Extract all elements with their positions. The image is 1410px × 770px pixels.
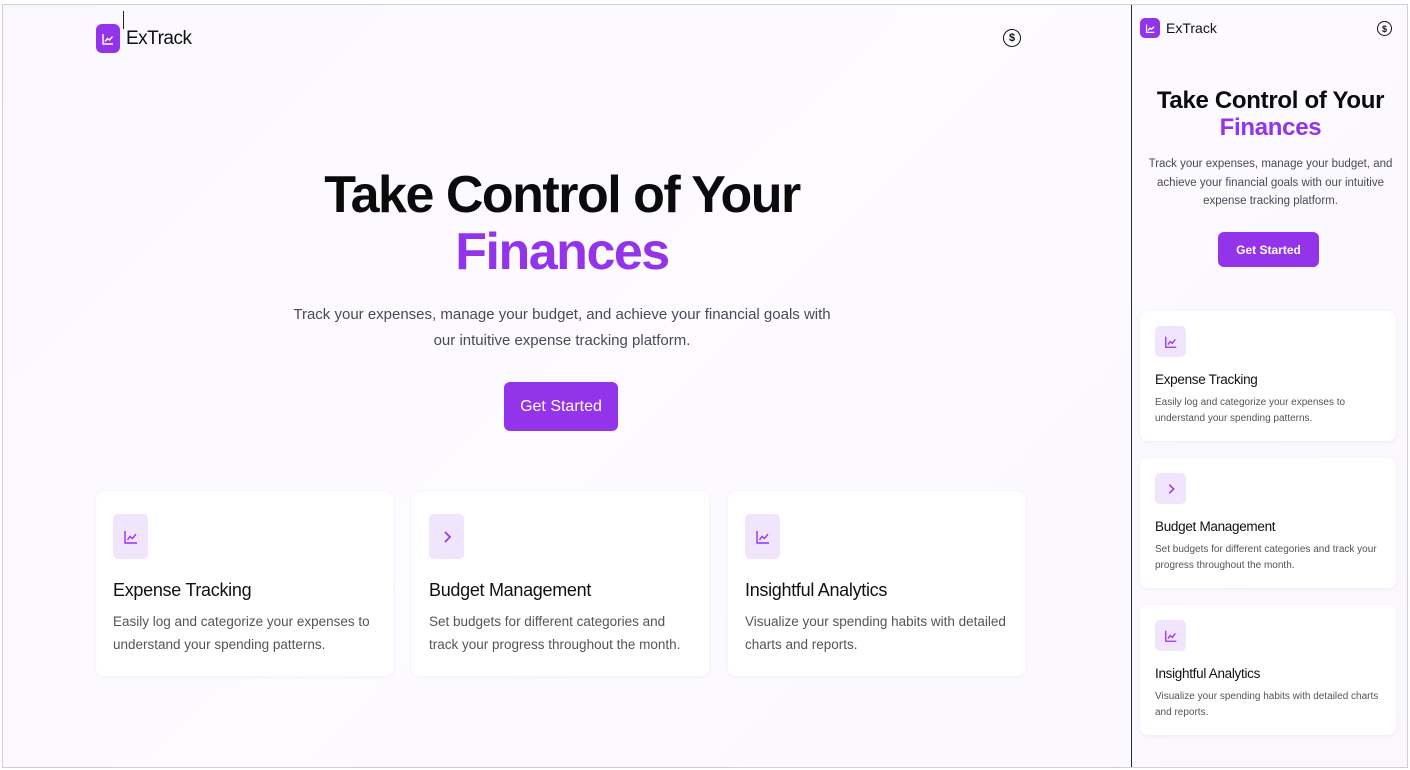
get-started-button[interactable]: Get Started: [1218, 232, 1319, 267]
feature-description: Visualize your spending habits with deta…: [1155, 691, 1379, 718]
app-name: ExTrack: [126, 27, 192, 49]
app-name: ExTrack: [1166, 20, 1217, 36]
hero-subtitle: Track your expenses, manage your budget,…: [1148, 158, 1393, 207]
feature-card-insightful-analytics: Insightful Analytics Visualize your spen…: [1140, 605, 1396, 735]
feature-title: Budget Management: [1155, 519, 1276, 534]
feature-title: Insightful Analytics: [1155, 666, 1261, 681]
hero-title-highlight: Finances: [455, 223, 670, 281]
feature-card-expense-tracking: Expense Tracking Easily log and categori…: [96, 492, 393, 676]
app-logo[interactable]: ExTrack: [1140, 18, 1217, 38]
hero-title-highlight: Finances: [1219, 114, 1322, 141]
feature-title: Expense Tracking: [1155, 372, 1258, 387]
chart-line-icon: [745, 514, 780, 559]
hero-title-line1: Take Control of Your: [324, 166, 801, 224]
feature-card-budget-management: Budget Management Set budgets for differ…: [412, 492, 709, 676]
feature-card-insightful-analytics: Insightful Analytics Visualize your spen…: [728, 492, 1025, 676]
chart-line-icon: [1155, 620, 1186, 651]
feature-description: Set budgets for different categories and…: [429, 614, 681, 652]
browser-frame: ExTrack $ Take Control of Your Finances …: [2, 4, 1408, 768]
app-logo[interactable]: ExTrack: [96, 24, 192, 53]
feature-description: Easily log and categorize your expenses …: [1155, 397, 1346, 424]
get-started-button[interactable]: Get Started: [504, 382, 618, 431]
chart-line-icon: [96, 24, 120, 53]
hero-title-line1: Take Control of Your: [1156, 87, 1385, 114]
feature-card-expense-tracking: Expense Tracking Easily log and categori…: [1140, 311, 1396, 441]
chart-line-icon: [113, 514, 148, 559]
mobile-preview: ExTrack $ Take Control of Your Finances …: [1132, 5, 1407, 767]
chevron-right-icon: [429, 514, 464, 559]
feature-title: Insightful Analytics: [745, 580, 888, 600]
hero-subtitle: Track your expenses, manage your budget,…: [293, 306, 831, 349]
dollar-circle-icon[interactable]: $: [1003, 29, 1021, 47]
feature-description: Easily log and categorize your expenses …: [113, 614, 370, 652]
feature-description: Visualize your spending habits with deta…: [745, 614, 1006, 652]
chevron-right-icon: [1155, 473, 1186, 504]
dollar-circle-icon[interactable]: $: [1377, 21, 1392, 36]
feature-card-budget-management: Budget Management Set budgets for differ…: [1140, 458, 1396, 588]
feature-title: Budget Management: [429, 580, 592, 600]
feature-description: Set budgets for different categories and…: [1155, 544, 1377, 571]
feature-title: Expense Tracking: [113, 580, 252, 600]
chart-line-icon: [1155, 326, 1186, 357]
chart-line-icon: [1140, 18, 1160, 38]
desktop-view: ExTrack $ Take Control of Your Finances …: [3, 5, 1131, 767]
